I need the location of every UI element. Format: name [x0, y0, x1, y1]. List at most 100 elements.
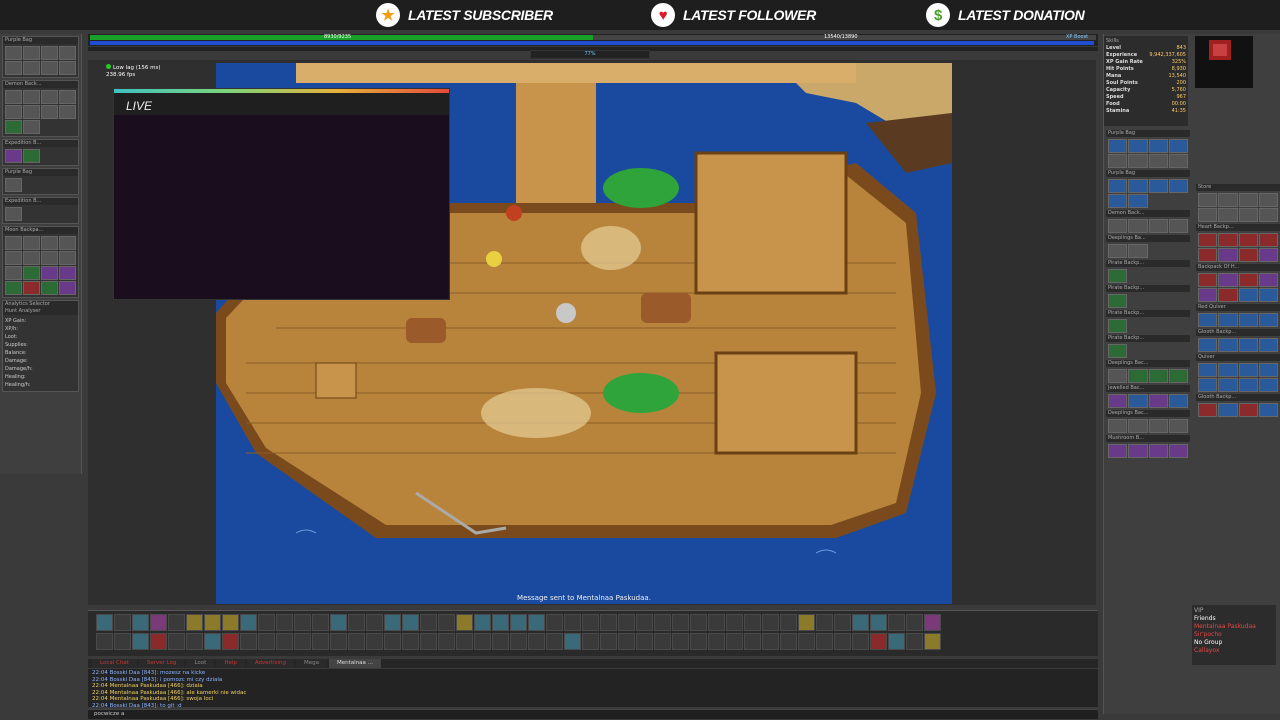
container-panel[interactable]: Moon Backpa... [2, 226, 79, 298]
hotkey-slot[interactable] [654, 614, 671, 631]
hotkey-slot[interactable] [456, 633, 473, 650]
hotkey-slot[interactable] [258, 614, 275, 631]
hotkey-slot[interactable] [528, 633, 545, 650]
hotkey-slot[interactable] [672, 614, 689, 631]
hotkey-slot[interactable] [312, 633, 329, 650]
hotkey-slot[interactable] [852, 633, 869, 650]
hotkey-slot[interactable] [402, 614, 419, 631]
container-title[interactable]: Pirate Backp... [1106, 285, 1190, 292]
hotkey-slot[interactable] [528, 614, 545, 631]
container-panel[interactable]: Purple Bag [2, 36, 79, 78]
hotkey-slot[interactable] [798, 633, 815, 650]
hotkey-slot[interactable] [348, 633, 365, 650]
analytics-panel[interactable]: Analytics Selector Hunt Analyser XP Gain… [2, 300, 79, 392]
container-title[interactable]: Pirate Backp... [1106, 310, 1190, 317]
hotkey-slot[interactable] [870, 614, 887, 631]
hotkey-slot[interactable] [780, 614, 797, 631]
hotkey-slot[interactable] [438, 633, 455, 650]
hotkey-slot[interactable] [924, 633, 941, 650]
hotkey-slot[interactable] [294, 614, 311, 631]
hotkey-slot[interactable] [312, 614, 329, 631]
hotkey-slot[interactable] [906, 614, 923, 631]
hotkey-slot[interactable] [114, 633, 131, 650]
hotkey-slot[interactable] [384, 633, 401, 650]
container-panel[interactable]: Expedition B... [2, 197, 79, 224]
hotkey-slot[interactable] [348, 614, 365, 631]
hotkey-slot[interactable] [600, 633, 617, 650]
hotkey-slot[interactable] [564, 633, 581, 650]
hotkey-slot[interactable] [618, 633, 635, 650]
hotkey-slot[interactable] [582, 633, 599, 650]
container-title[interactable]: Purple Bag [1106, 130, 1190, 137]
tab-advertising[interactable]: Advertising [246, 659, 294, 668]
container-panel[interactable]: Expedition B... [2, 139, 79, 166]
hotkey-slot[interactable] [744, 614, 761, 631]
hotkey-slot[interactable] [618, 614, 635, 631]
hotkey-slot[interactable] [708, 614, 725, 631]
tab-mega[interactable]: Mega [296, 659, 327, 668]
hotkey-slot[interactable] [204, 633, 221, 650]
hotkey-slot[interactable] [924, 614, 941, 631]
hotkey-slot[interactable] [204, 614, 221, 631]
hotkey-slot[interactable] [744, 633, 761, 650]
container-title[interactable]: Glooth Backp... [1196, 394, 1280, 401]
hotkey-slot[interactable] [222, 614, 239, 631]
container-title[interactable]: Jewelled Bac... [1106, 385, 1190, 392]
hotkey-slot[interactable] [870, 633, 887, 650]
hotkey-slot[interactable] [780, 633, 797, 650]
hotkey-slot[interactable] [762, 614, 779, 631]
hotkey-slot[interactable] [168, 614, 185, 631]
container-title[interactable]: Store [1196, 184, 1280, 191]
vip-friends-group[interactable]: Friends [1194, 615, 1274, 623]
hotkey-slot[interactable] [168, 633, 185, 650]
vip-entry[interactable]: Callayox [1194, 647, 1274, 655]
hotkey-slot[interactable] [546, 633, 563, 650]
hotkey-slot[interactable] [726, 614, 743, 631]
hotkey-slot[interactable] [186, 633, 203, 650]
hotkey-slot[interactable] [150, 633, 167, 650]
container-title[interactable]: Purple Bag [1106, 170, 1190, 177]
hotkey-slot[interactable] [654, 633, 671, 650]
hotkey-slot[interactable] [222, 633, 239, 650]
container-title[interactable]: Deeplings Bac... [1106, 360, 1190, 367]
tab-loot[interactable]: Loot [186, 659, 215, 668]
hotkey-slot[interactable] [420, 633, 437, 650]
container-panel[interactable]: Demon Back... [2, 80, 79, 137]
hotkey-slot[interactable] [456, 614, 473, 631]
hotkey-slot[interactable] [834, 633, 851, 650]
hotkey-slot[interactable] [672, 633, 689, 650]
hotkey-slot[interactable] [240, 614, 257, 631]
hotkey-slot[interactable] [258, 633, 275, 650]
hotkey-slot[interactable] [510, 633, 527, 650]
hotkey-slot[interactable] [384, 614, 401, 631]
hotkey-slot[interactable] [114, 614, 131, 631]
hotkey-slot[interactable] [582, 614, 599, 631]
hotkey-slot[interactable] [906, 633, 923, 650]
hotkey-slot[interactable] [510, 614, 527, 631]
hotkey-slot[interactable] [888, 614, 905, 631]
tab-private-chat[interactable]: Mentalnaa ... [329, 659, 381, 668]
hotkey-slot[interactable] [132, 633, 149, 650]
chat-input[interactable]: pocwicze a [88, 709, 1098, 719]
tab-server-log[interactable]: Server Log [138, 659, 185, 668]
hotkey-slot[interactable] [474, 614, 491, 631]
hotkey-slot[interactable] [366, 614, 383, 631]
hotkey-slot[interactable] [366, 633, 383, 650]
hotkey-slot[interactable] [798, 614, 815, 631]
hotkey-slot[interactable] [330, 633, 347, 650]
container-title[interactable]: Mushroom B... [1106, 435, 1190, 442]
hotkey-slot[interactable] [816, 614, 833, 631]
hotkey-slot[interactable] [708, 633, 725, 650]
minimap[interactable] [1195, 36, 1253, 88]
container-title[interactable]: Red Quiver [1196, 304, 1280, 311]
hotkey-slot[interactable] [96, 633, 113, 650]
hotkey-slot[interactable] [564, 614, 581, 631]
hotkey-slot[interactable] [834, 614, 851, 631]
container-title[interactable]: Quiver [1196, 354, 1280, 361]
hotkey-slot[interactable] [690, 633, 707, 650]
container-title[interactable]: Pirate Backp... [1106, 335, 1190, 342]
hotkey-slot[interactable] [402, 633, 419, 650]
container-title[interactable]: Glooth Backp... [1196, 329, 1280, 336]
container-title[interactable]: Heart Backp... [1196, 224, 1280, 231]
hotkey-slot[interactable] [420, 614, 437, 631]
